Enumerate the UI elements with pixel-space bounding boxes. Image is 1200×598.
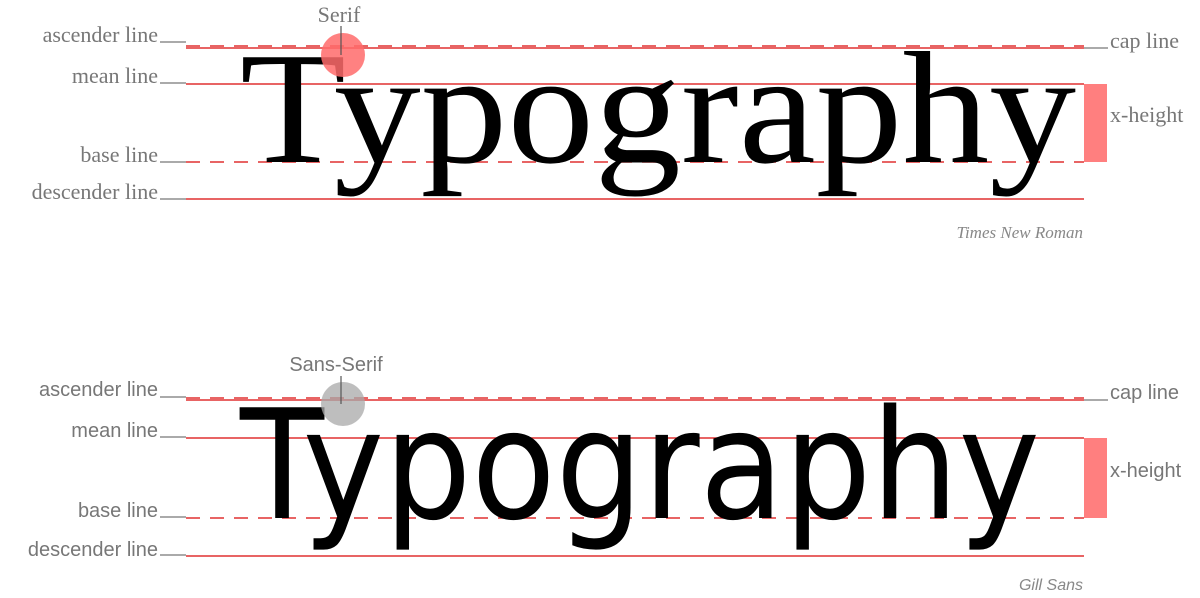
serif-marker xyxy=(321,33,365,77)
sans-callout-label: Sans-Serif xyxy=(289,354,383,376)
sans-ascender-label: ascender line xyxy=(39,379,158,401)
serif-xheight-label: x-height xyxy=(1110,102,1183,127)
sans-xheight-bar xyxy=(1084,438,1107,518)
sans-cap-label: cap line xyxy=(1110,382,1179,404)
serif-ascender-label: ascender line xyxy=(43,22,158,47)
sans-panel: ascender line mean line base line descen… xyxy=(28,354,1182,594)
sans-base-label: base line xyxy=(78,500,158,522)
sans-mean-label: mean line xyxy=(71,420,158,442)
serif-xheight-bar xyxy=(1084,84,1107,162)
serif-base-label: base line xyxy=(80,142,158,167)
serif-panel: ascender line mean line base line descen… xyxy=(32,2,1184,242)
serif-sample-word: Typography xyxy=(240,19,1076,197)
sans-xheight-label: x-height xyxy=(1110,460,1182,482)
sans-font-caption: Gill Sans xyxy=(1019,577,1083,594)
serif-font-caption: Times New Roman xyxy=(956,223,1083,242)
sans-serif-marker xyxy=(321,382,365,426)
typography-anatomy-diagram: ascender line mean line base line descen… xyxy=(28,2,1184,594)
serif-descender-label: descender line xyxy=(32,179,158,204)
sans-descender-label: descender line xyxy=(28,539,158,561)
serif-cap-label: cap line xyxy=(1110,28,1179,53)
serif-callout-label: Serif xyxy=(318,2,361,27)
serif-mean-label: mean line xyxy=(72,63,158,88)
